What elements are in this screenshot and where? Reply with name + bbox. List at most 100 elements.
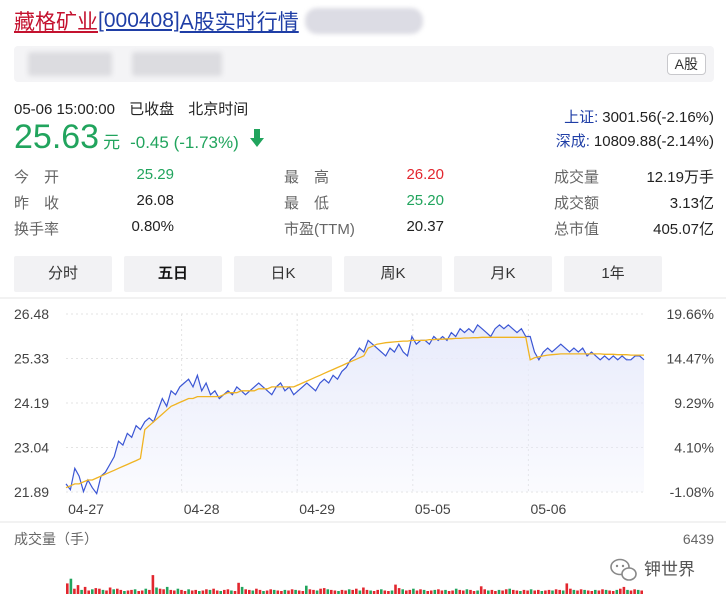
volume-bar xyxy=(294,589,297,594)
volume-bar xyxy=(551,590,554,594)
volume-bar xyxy=(576,590,579,594)
volume-bar xyxy=(579,589,583,594)
volume-bar xyxy=(76,585,80,594)
volume-bar xyxy=(547,589,551,594)
volume-bar xyxy=(626,589,629,594)
index-block: 上证: 3001.56(-2.16%) 深成: 10809.88(-2.14%) xyxy=(556,106,714,154)
tab-one-year[interactable]: 1年 xyxy=(564,256,662,292)
volume-bar xyxy=(248,589,251,594)
y-tick-label: 26.48 xyxy=(14,306,49,322)
stat-label: 最 低 xyxy=(284,195,330,212)
stock-name-link[interactable]: 藏格矿业 xyxy=(14,6,98,36)
volume-bar xyxy=(265,590,269,594)
volume-bar xyxy=(365,589,369,594)
volume-bar xyxy=(312,589,315,594)
volume-bar xyxy=(629,590,633,594)
volume-bar xyxy=(497,589,501,594)
quote-time: 05-06 15:00:00 xyxy=(14,101,115,118)
volume-bar xyxy=(415,590,419,594)
volume-bar xyxy=(501,590,504,594)
market-tag[interactable]: A股 xyxy=(666,53,706,75)
y-tick-label: 14.47% xyxy=(667,351,714,367)
volume-bar xyxy=(337,591,340,594)
volume-bar xyxy=(537,589,540,594)
volume-bar xyxy=(290,589,294,594)
volume-bar xyxy=(269,589,272,594)
volume-bar xyxy=(255,588,258,594)
tab-monthly-k[interactable]: 月K xyxy=(454,256,552,292)
volume-bar xyxy=(283,589,287,594)
volume-bar xyxy=(387,591,390,594)
volume-bar xyxy=(601,589,604,594)
volume-bar xyxy=(490,589,494,594)
volume-bar xyxy=(240,586,244,594)
volume-bar xyxy=(465,589,469,594)
volume-bar xyxy=(487,590,490,594)
volume-bar xyxy=(66,583,69,594)
volume-bar xyxy=(355,588,358,594)
volume-bar xyxy=(351,589,354,594)
volume-bar xyxy=(165,586,169,594)
volume-bar xyxy=(162,589,165,594)
tab-weekly-k[interactable]: 周K xyxy=(344,256,442,292)
volume-bar xyxy=(483,589,486,594)
volume-bar xyxy=(205,589,208,594)
stat-value: 405.07亿 xyxy=(653,221,714,238)
quote-title-link[interactable]: A股实时行情 xyxy=(180,6,299,36)
volume-bar xyxy=(622,586,626,594)
volume-bar xyxy=(98,588,101,594)
stat-label: 换手率 xyxy=(14,221,60,238)
volume-label: 成交量（手） xyxy=(14,531,98,547)
volume-bar xyxy=(372,591,376,594)
x-tick-label: 04-28 xyxy=(184,501,220,517)
volume-bar xyxy=(276,590,280,594)
volume-bar xyxy=(479,586,483,594)
volume-bar xyxy=(344,590,347,594)
volume-bar xyxy=(297,590,301,594)
blurred-info-1 xyxy=(28,52,112,76)
five-day-chart[interactable]: 26.48 25.33 24.19 23.04 21.89 19.66% 14.47% 9.… xyxy=(0,296,726,601)
volume-bar xyxy=(347,589,351,594)
volume-bar xyxy=(494,591,497,594)
volume-bar xyxy=(405,590,408,594)
volume-bar xyxy=(140,590,144,594)
volume-bar xyxy=(315,590,319,594)
blurred-title-extra xyxy=(304,8,423,34)
volume-bar xyxy=(394,584,397,594)
volume-bars xyxy=(66,575,643,594)
volume-bar xyxy=(558,589,561,594)
tab-five-day[interactable]: 五日 xyxy=(124,256,222,292)
volume-bar xyxy=(419,589,422,594)
volume-bar xyxy=(640,590,643,594)
volume-bar xyxy=(148,589,151,594)
y-tick-label: 9.29% xyxy=(674,395,714,411)
price-change: -0.45 (-1.73%) xyxy=(130,133,239,152)
volume-bar xyxy=(383,590,387,594)
volume-bar xyxy=(586,590,590,594)
volume-bar xyxy=(433,589,437,594)
y-tick-label: 21.89 xyxy=(14,484,49,500)
volume-bar xyxy=(215,590,219,594)
volume-bar xyxy=(565,583,569,594)
volume-bar xyxy=(69,578,73,594)
volume-bar xyxy=(515,590,519,594)
volume-bar xyxy=(116,588,119,594)
index-value: 3001.56(-2.16%) xyxy=(602,109,714,126)
volume-bar xyxy=(590,591,594,594)
tab-daily-k[interactable]: 日K xyxy=(234,256,332,292)
tab-intraday[interactable]: 分时 xyxy=(14,256,112,292)
volume-bar xyxy=(454,588,458,594)
index-name: 上证: xyxy=(564,109,599,126)
volume-bar xyxy=(604,589,608,594)
index-sz[interactable]: 深成: 10809.88(-2.14%) xyxy=(556,130,714,154)
index-value: 10809.88(-2.14%) xyxy=(593,133,714,150)
volume-bar xyxy=(333,590,337,594)
volume-bar xyxy=(458,589,462,594)
volume-bar xyxy=(533,590,536,594)
index-sh[interactable]: 上证: 3001.56(-2.16%) xyxy=(556,106,714,130)
volume-bar xyxy=(262,591,265,594)
volume-bar xyxy=(158,588,162,594)
page-title: 藏格矿业 [000408] A股实时行情 xyxy=(14,6,423,36)
stock-code-link[interactable]: [000408] xyxy=(98,9,180,33)
volume-bar xyxy=(636,589,640,594)
